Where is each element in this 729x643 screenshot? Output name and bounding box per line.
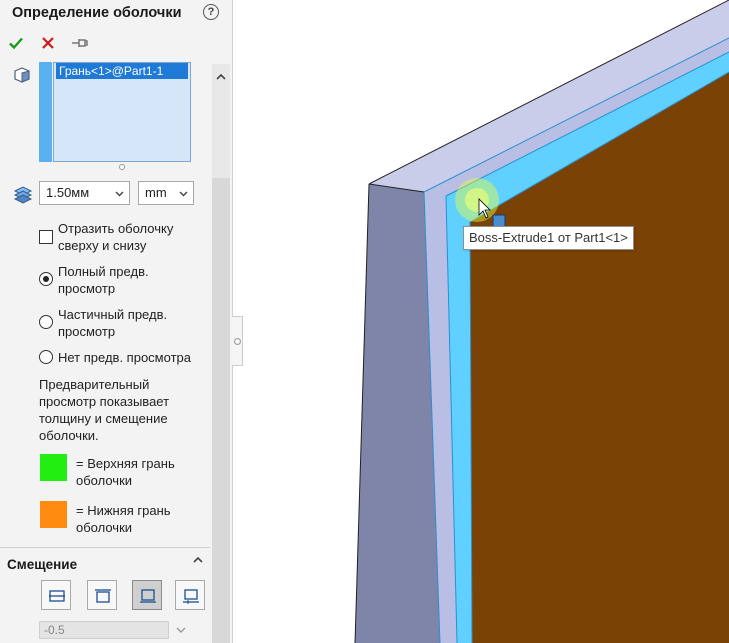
thickness-icon	[13, 186, 33, 204]
flip-shell-label-line2: сверху и снизу	[58, 238, 147, 253]
hover-tooltip: Boss-Extrude1 от Part1<1>	[463, 226, 634, 250]
no-preview-label: Нет предв. просмотра	[58, 350, 191, 365]
offset-top-icon	[95, 589, 111, 603]
partial-preview-label-line1: Частичный предв.	[58, 307, 168, 322]
list-item[interactable]: Грань<1>@Part1-1	[56, 63, 188, 79]
info-line: просмотр показывает	[39, 394, 170, 409]
info-line: Предварительный	[39, 377, 150, 392]
offset-top-button[interactable]	[87, 580, 117, 610]
info-line: толщину и смещение	[39, 411, 168, 426]
faces-selection-list[interactable]: Грань<1>@Part1-1	[53, 62, 191, 162]
offset-value-input[interactable]: -0.5	[39, 621, 169, 639]
partial-preview-label-line2: просмотр	[58, 324, 116, 339]
help-icon[interactable]: ?	[203, 4, 219, 20]
close-icon[interactable]	[41, 36, 55, 50]
thickness-value: 1.50мм	[46, 185, 90, 200]
partial-preview-label: Частичный предв. просмотр	[58, 306, 167, 340]
check-icon[interactable]	[8, 35, 24, 51]
panel-title: Определение оболочки	[12, 5, 182, 21]
top-face-legend-line2: оболочки	[76, 473, 133, 488]
offset-bottom-button[interactable]	[132, 580, 162, 610]
selection-active-bar	[39, 62, 52, 162]
preview-info-text: Предварительный просмотр показывает толщ…	[39, 376, 169, 444]
panel-scrollbar-thumb[interactable]	[212, 178, 230, 643]
list-resize-handle[interactable]	[119, 164, 125, 170]
flip-shell-label: Отразить оболочку сверху и снизу	[58, 220, 173, 254]
offset-middle-icon	[49, 590, 65, 602]
offset-custom-button[interactable]	[175, 580, 205, 610]
bottom-face-legend: = Нижняя грань оболочки	[76, 502, 171, 536]
full-preview-label-line2: просмотр	[58, 281, 116, 296]
chevron-up-icon[interactable]	[214, 70, 228, 84]
full-preview-label: Полный предв. просмотр	[58, 263, 149, 297]
property-manager-panel: Определение оболочки ? Грань<1>@Part1-1 …	[0, 0, 233, 643]
top-face-legend-line1: = Верхняя грань	[76, 456, 175, 471]
offset-custom-icon	[183, 589, 199, 604]
top-face-color-swatch	[40, 454, 67, 481]
flip-shell-checkbox[interactable]	[39, 230, 53, 244]
offset-middle-button[interactable]	[41, 580, 71, 610]
chevron-up-icon[interactable]	[191, 553, 205, 567]
no-preview-radio[interactable]	[39, 350, 53, 364]
chevron-down-icon[interactable]	[175, 625, 187, 635]
bottom-face-legend-line1: = Нижняя грань	[76, 503, 171, 518]
top-face-legend: = Верхняя грань оболочки	[76, 455, 175, 489]
pushpin-icon[interactable]	[71, 36, 89, 50]
bottom-face-legend-line2: оболочки	[76, 520, 133, 535]
partial-preview-radio[interactable]	[39, 315, 53, 329]
graphics-viewport[interactable]	[244, 0, 729, 643]
offset-section-title: Смещение	[7, 557, 78, 572]
thickness-input[interactable]: 1.50мм	[39, 181, 130, 205]
chevron-down-icon[interactable]	[115, 189, 124, 198]
flip-shell-label-line1: Отразить оболочку	[58, 221, 174, 236]
full-preview-radio[interactable]	[39, 272, 53, 286]
offset-bottom-icon	[140, 589, 156, 603]
panel-collapse-grip[interactable]	[232, 316, 243, 366]
bottom-face-color-swatch	[40, 501, 67, 528]
unit-select[interactable]: mm	[138, 181, 194, 205]
unit-value: mm	[145, 185, 167, 200]
face-cube-icon	[14, 67, 30, 83]
section-divider	[0, 547, 210, 548]
chevron-down-icon[interactable]	[179, 189, 188, 198]
info-line: оболочки.	[39, 428, 99, 443]
full-preview-label-line1: Полный предв.	[58, 264, 149, 279]
